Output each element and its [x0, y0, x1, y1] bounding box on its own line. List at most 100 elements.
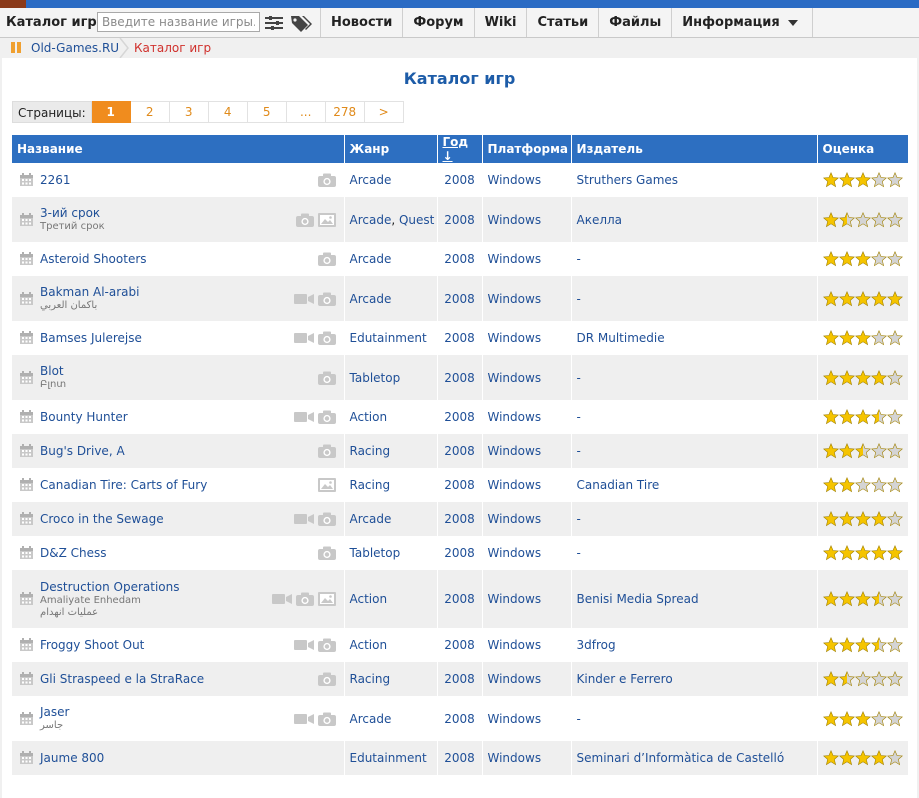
pager-ellipsis[interactable]: ...	[286, 101, 326, 123]
genre-link[interactable]: Tabletop	[350, 546, 401, 560]
publisher-link[interactable]: -	[577, 444, 581, 458]
camera-icon[interactable]	[317, 546, 336, 560]
menu-item-articles[interactable]: Статьи	[526, 8, 598, 37]
image-icon[interactable]	[317, 478, 336, 492]
camera-icon[interactable]	[317, 331, 336, 345]
publisher-link[interactable]: Seminari d’Informàtica de Castelló	[577, 751, 785, 765]
platform-link[interactable]: Windows	[488, 213, 542, 227]
menu-item-info[interactable]: Информация	[671, 8, 813, 37]
platform-link[interactable]: Windows	[488, 478, 542, 492]
cell-year[interactable]: 2008	[437, 242, 483, 276]
genre-link[interactable]: Action	[350, 592, 388, 606]
platform-link[interactable]: Windows	[488, 410, 542, 424]
camera-icon[interactable]	[317, 410, 336, 424]
year-link[interactable]: 2008	[444, 252, 475, 266]
camera-icon[interactable]	[317, 638, 336, 652]
camera-icon[interactable]	[317, 512, 336, 526]
cell-year[interactable]: 2008	[437, 276, 483, 321]
col-header-year[interactable]: Год ↓	[437, 135, 483, 163]
cell-year[interactable]: 2008	[437, 570, 483, 628]
camera-icon[interactable]	[295, 213, 314, 227]
year-link[interactable]: 2008	[444, 444, 475, 458]
publisher-link[interactable]: -	[577, 512, 581, 526]
cell-year[interactable]: 2008	[437, 355, 483, 400]
publisher-link[interactable]: Benisi Media Spread	[577, 592, 699, 606]
genre-link[interactable]: Tabletop	[350, 371, 401, 385]
year-link[interactable]: 2008	[444, 712, 475, 726]
platform-link[interactable]: Windows	[488, 512, 542, 526]
platform-link[interactable]: Windows	[488, 712, 542, 726]
pager-page-4[interactable]: 4	[208, 101, 248, 123]
camera-icon[interactable]	[317, 292, 336, 306]
publisher-link[interactable]: -	[577, 252, 581, 266]
pager-page-2[interactable]: 2	[130, 101, 170, 123]
cell-year[interactable]: 2008	[437, 163, 483, 197]
year-link[interactable]: 2008	[444, 546, 475, 560]
cell-year[interactable]: 2008	[437, 536, 483, 570]
cell-year[interactable]: 2008	[437, 662, 483, 696]
platform-link[interactable]: Windows	[488, 173, 542, 187]
game-title-link[interactable]: Bug's Drive, A	[40, 444, 344, 459]
menu-item-forum[interactable]: Форум	[402, 8, 473, 37]
cell-year[interactable]: 2008	[437, 502, 483, 536]
camera-icon[interactable]	[317, 444, 336, 458]
genre-link[interactable]: Arcade	[350, 512, 392, 526]
cell-year[interactable]: 2008	[437, 400, 483, 434]
year-link[interactable]: 2008	[444, 478, 475, 492]
year-link[interactable]: 2008	[444, 173, 475, 187]
genre-link[interactable]: Action	[350, 638, 388, 652]
genre-link[interactable]: Arcade	[350, 252, 392, 266]
genre-link[interactable]: Arcade	[350, 213, 392, 227]
genre-link[interactable]: Racing	[350, 478, 391, 492]
cell-year[interactable]: 2008	[437, 741, 483, 775]
search-input[interactable]	[97, 12, 260, 32]
video-icon[interactable]	[293, 512, 314, 526]
year-link[interactable]: 2008	[444, 592, 475, 606]
publisher-link[interactable]: -	[577, 292, 581, 306]
image-icon[interactable]	[317, 212, 336, 227]
col-header-name[interactable]: Название	[12, 135, 345, 163]
publisher-link[interactable]: -	[577, 410, 581, 424]
camera-icon[interactable]	[295, 592, 314, 606]
game-title-link[interactable]: Asteroid Shooters	[40, 252, 344, 267]
publisher-link[interactable]: -	[577, 712, 581, 726]
breadcrumb-home[interactable]: Old-Games.RU	[31, 41, 119, 55]
genre-link[interactable]: Arcade	[350, 292, 392, 306]
publisher-link[interactable]: Kinder e Ferrero	[577, 672, 673, 686]
game-title-link[interactable]: D&Z Chess	[40, 546, 344, 561]
publisher-link[interactable]: -	[577, 546, 581, 560]
year-link[interactable]: 2008	[444, 410, 475, 424]
genre-link[interactable]: Action	[350, 410, 388, 424]
platform-link[interactable]: Windows	[488, 252, 542, 266]
platform-link[interactable]: Windows	[488, 638, 542, 652]
platform-link[interactable]: Windows	[488, 292, 542, 306]
genre-link[interactable]: Edutainment	[350, 331, 427, 345]
pager-page-5[interactable]: 5	[247, 101, 287, 123]
filter-icon[interactable]	[265, 16, 283, 30]
video-icon[interactable]	[293, 638, 314, 652]
brand-link[interactable]: Каталог игр	[6, 15, 97, 30]
col-header-publisher[interactable]: Издатель	[571, 135, 818, 163]
pager-page-last[interactable]: 278	[325, 101, 365, 123]
platform-link[interactable]: Windows	[488, 592, 542, 606]
menu-item-wiki[interactable]: Wiki	[473, 8, 527, 37]
cell-year[interactable]: 2008	[437, 696, 483, 741]
camera-icon[interactable]	[317, 371, 336, 385]
publisher-link[interactable]: Struthers Games	[577, 173, 679, 187]
video-icon[interactable]	[293, 292, 314, 306]
year-link[interactable]: 2008	[444, 751, 475, 765]
publisher-link[interactable]: -	[577, 371, 581, 385]
video-icon[interactable]	[293, 712, 314, 726]
video-icon[interactable]	[271, 592, 292, 606]
game-title-link[interactable]: 2261	[40, 173, 344, 188]
publisher-link[interactable]: Canadian Tire	[577, 478, 660, 492]
game-title-link[interactable]: Canadian Tire: Carts of Fury	[40, 478, 344, 493]
video-icon[interactable]	[293, 331, 314, 345]
col-header-platform[interactable]: Платформа	[482, 135, 572, 163]
menu-item-news[interactable]: Новости	[320, 8, 402, 37]
year-link[interactable]: 2008	[444, 292, 475, 306]
video-icon[interactable]	[293, 410, 314, 424]
platform-link[interactable]: Windows	[488, 546, 542, 560]
year-link[interactable]: 2008	[444, 672, 475, 686]
pager-page-3[interactable]: 3	[169, 101, 209, 123]
